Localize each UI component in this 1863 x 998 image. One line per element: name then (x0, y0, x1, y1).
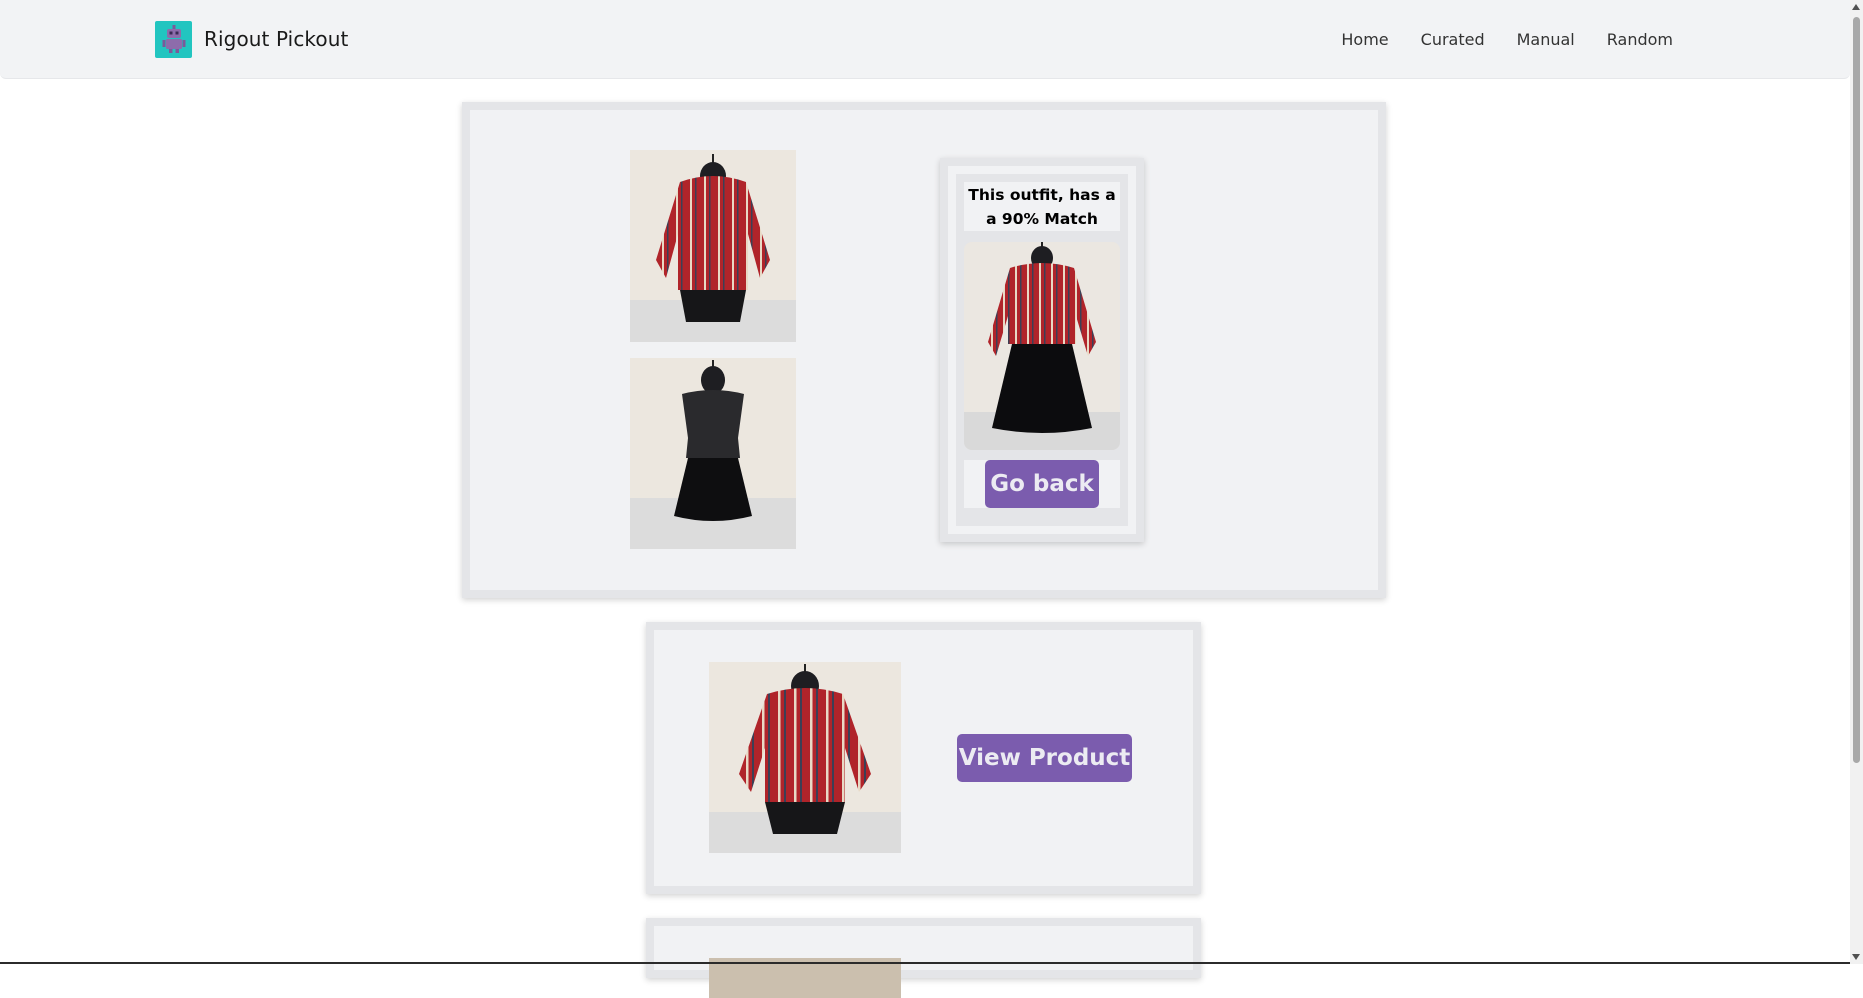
match-panel: This outfit, has a a 90% Match Go back (940, 158, 1144, 542)
brand-name: Rigout Pickout (204, 27, 349, 51)
go-back-wrapper: Go back (964, 460, 1120, 508)
product-card: View Product (646, 622, 1201, 894)
outfit-top-image[interactable] (630, 150, 796, 342)
top-navbar: Rigout Pickout Home Curated Manual Rando… (0, 0, 1850, 79)
product-image-partial[interactable] (709, 958, 901, 998)
brand-link[interactable]: Rigout Pickout (155, 20, 348, 58)
nav-link-home[interactable]: Home (1341, 30, 1388, 49)
nav-link-manual[interactable]: Manual (1517, 30, 1575, 49)
combined-outfit-image[interactable] (964, 242, 1120, 450)
outfit-card (462, 102, 1386, 598)
outfit-card-body (470, 110, 1378, 590)
nav-link-random[interactable]: Random (1607, 30, 1673, 49)
scroll-up-icon[interactable] (1852, 4, 1860, 10)
match-panel-frame: This outfit, has a a 90% Match Go back (956, 174, 1128, 526)
match-panel-inner: This outfit, has a a 90% Match Go back (948, 166, 1136, 534)
nav-links: Home Curated Manual Random (1309, 0, 1673, 78)
product-card-partial (646, 918, 1201, 998)
match-percentage-text: This outfit, has a a 90% Match (964, 182, 1120, 231)
nav-link-curated[interactable]: Curated (1421, 30, 1485, 49)
outfit-skirt-image[interactable] (630, 358, 796, 549)
scroll-down-icon[interactable] (1852, 954, 1860, 960)
product-image[interactable] (709, 662, 901, 853)
page-scrollbar[interactable] (1850, 0, 1863, 964)
robot-icon (155, 20, 192, 58)
go-back-button[interactable]: Go back (985, 460, 1099, 508)
product-card-body: View Product (654, 630, 1193, 886)
view-product-button[interactable]: View Product (957, 734, 1132, 782)
scrollbar-thumb[interactable] (1853, 17, 1860, 763)
